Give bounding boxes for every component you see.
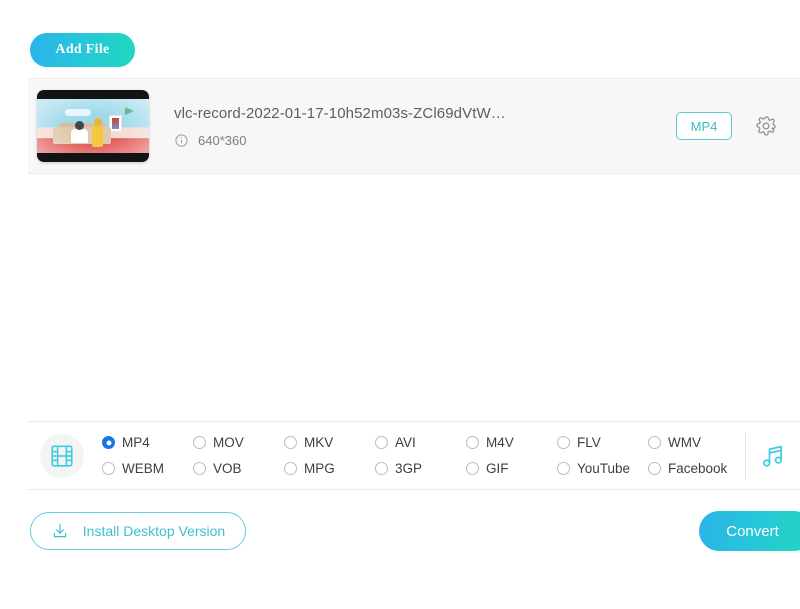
format-option-mpg[interactable]: MPG (284, 456, 375, 482)
format-option-wmv[interactable]: WMV (648, 430, 739, 456)
radio-indicator (557, 462, 570, 475)
format-option-label: MP4 (122, 435, 150, 450)
video-thumbnail (37, 90, 149, 162)
format-options: MP4 MOV MKV AVI M4V FLV WMV WEBM VOB MPG… (102, 430, 739, 482)
format-option-avi[interactable]: AVI (375, 430, 466, 456)
radio-indicator (193, 462, 206, 475)
toolbar: Add File (0, 0, 800, 78)
format-option-facebook[interactable]: Facebook (648, 456, 739, 482)
video-converter-app: Add File vlc-record-2022-01-17-10h52m03s… (0, 0, 800, 609)
footer: Install Desktop Version Convert (0, 490, 800, 609)
format-option-gif[interactable]: GIF (466, 456, 557, 482)
format-option-webm[interactable]: WEBM (102, 456, 193, 482)
radio-indicator (193, 436, 206, 449)
install-desktop-version-button[interactable]: Install Desktop Version (30, 512, 246, 550)
file-list-item[interactable]: vlc-record-2022-01-17-10h52m03s-ZCl69dVt… (28, 78, 800, 174)
format-option-mov[interactable]: MOV (193, 430, 284, 456)
format-option-label: MOV (213, 435, 244, 450)
format-option-m4v[interactable]: M4V (466, 430, 557, 456)
format-option-mp4[interactable]: MP4 (102, 430, 193, 456)
radio-indicator (375, 462, 388, 475)
radio-indicator (648, 436, 661, 449)
audio-format-tab[interactable] (746, 429, 800, 483)
radio-indicator (466, 462, 479, 475)
format-option-label: M4V (486, 435, 514, 450)
format-option-label: FLV (577, 435, 601, 450)
format-option-label: AVI (395, 435, 416, 450)
radio-indicator (648, 462, 661, 475)
radio-indicator (375, 436, 388, 449)
radio-indicator (557, 436, 570, 449)
info-circle-icon (174, 133, 189, 148)
format-selector-bar: MP4 MOV MKV AVI M4V FLV WMV WEBM VOB MPG… (28, 421, 800, 490)
file-details: 640*360 (174, 133, 676, 148)
radio-indicator (466, 436, 479, 449)
add-file-button[interactable]: Add File (30, 33, 135, 67)
radio-indicator (284, 436, 297, 449)
thumbnail-vignette (37, 99, 149, 153)
download-icon (51, 522, 69, 540)
convert-button[interactable]: Convert (699, 511, 800, 551)
file-name: vlc-record-2022-01-17-10h52m03s-ZCl69dVt… (174, 104, 506, 122)
file-resolution: 640*360 (198, 132, 247, 148)
video-format-tab[interactable] (40, 433, 84, 478)
format-option-label: GIF (486, 461, 509, 476)
format-option-label: VOB (213, 461, 242, 476)
file-list: vlc-record-2022-01-17-10h52m03s-ZCl69dVt… (0, 78, 800, 178)
music-note-icon (759, 442, 787, 470)
format-option-3gp[interactable]: 3GP (375, 456, 466, 482)
format-option-flv[interactable]: FLV (557, 430, 648, 456)
install-button-label: Install Desktop Version (82, 523, 226, 539)
file-info: vlc-record-2022-01-17-10h52m03s-ZCl69dVt… (174, 105, 676, 148)
format-option-mkv[interactable]: MKV (284, 430, 375, 456)
radio-indicator (102, 436, 115, 449)
format-option-label: MPG (304, 461, 335, 476)
radio-indicator (102, 462, 115, 475)
empty-file-area[interactable] (0, 178, 800, 421)
film-strip-icon (49, 443, 75, 469)
thumbnail-scene (37, 99, 149, 153)
output-format-badge[interactable]: MP4 (676, 112, 732, 140)
format-option-label: MKV (304, 435, 334, 450)
format-option-label: WEBM (122, 461, 164, 476)
radio-indicator (284, 462, 297, 475)
gear-icon[interactable] (754, 114, 778, 138)
format-option-label: Facebook (668, 461, 728, 476)
format-option-youtube[interactable]: YouTube (557, 456, 648, 482)
format-option-label: 3GP (395, 461, 423, 476)
format-option-label: WMV (668, 435, 701, 450)
format-option-label: YouTube (577, 461, 631, 476)
format-option-vob[interactable]: VOB (193, 456, 284, 482)
